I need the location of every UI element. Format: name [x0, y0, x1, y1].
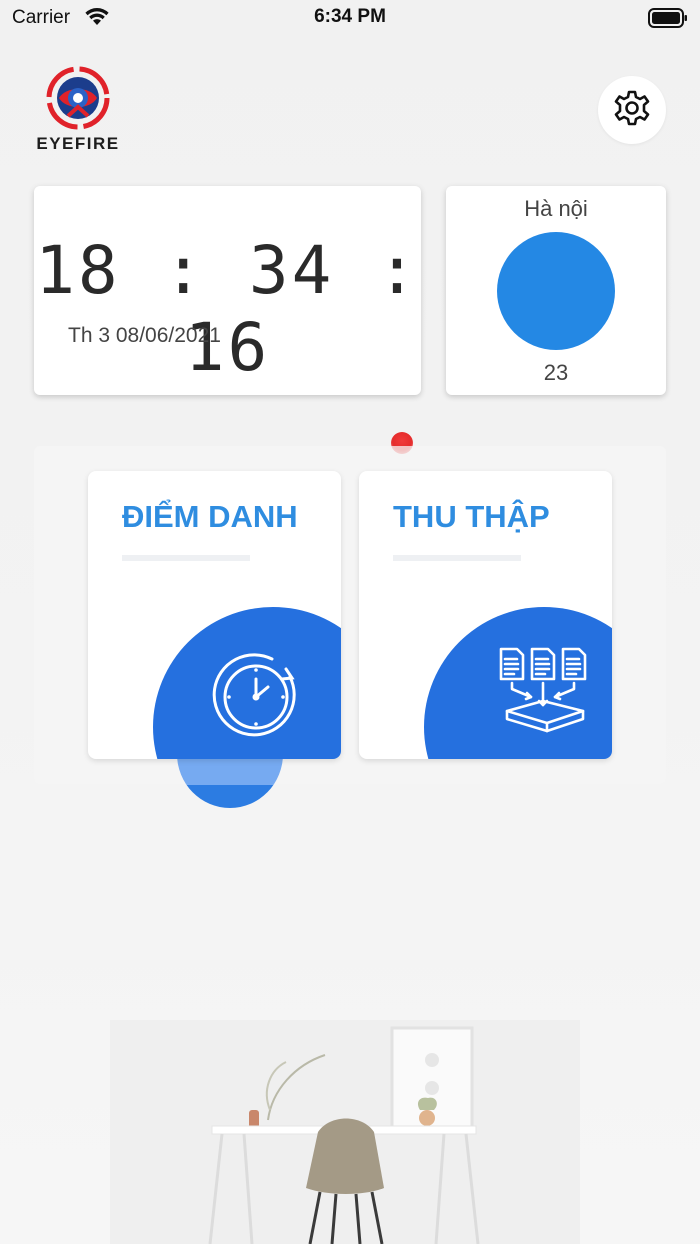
- background-room-illustration: [0, 1010, 700, 1244]
- digital-clock: 18 : 34 : 16: [35, 232, 420, 386]
- status-time: 6:34 PM: [314, 6, 386, 27]
- gear-icon: [612, 88, 652, 133]
- attendance-title: ĐIỂM DANH: [122, 499, 298, 534]
- date-label: Th 3 08/06/2021: [68, 324, 221, 347]
- title-underline: [122, 555, 250, 561]
- eyefire-logo: EYEFIRE: [30, 66, 126, 156]
- clock-history-icon: [212, 649, 306, 748]
- collect-tile[interactable]: THU THẬP: [359, 471, 612, 759]
- eye-logo-icon: [46, 66, 110, 135]
- collect-title: THU THẬP: [393, 499, 550, 534]
- clock-card: 18 : 34 : 16 Th 3 08/06/2021: [34, 186, 421, 395]
- attendance-tile[interactable]: ĐIỂM DANH: [88, 471, 341, 759]
- battery-icon: [648, 8, 688, 33]
- documents-collect-icon: [497, 645, 593, 744]
- logo-text: EYEFIRE: [36, 134, 120, 153]
- settings-button[interactable]: [598, 76, 666, 144]
- title-underline: [393, 555, 521, 561]
- weather-card[interactable]: Hà nội 23: [446, 186, 666, 395]
- city-label: Hà nội: [524, 196, 588, 221]
- temperature-label: 23: [543, 360, 569, 385]
- status-bar: Carrier 6:34 PM: [0, 0, 700, 36]
- weather-indicator: [497, 232, 615, 350]
